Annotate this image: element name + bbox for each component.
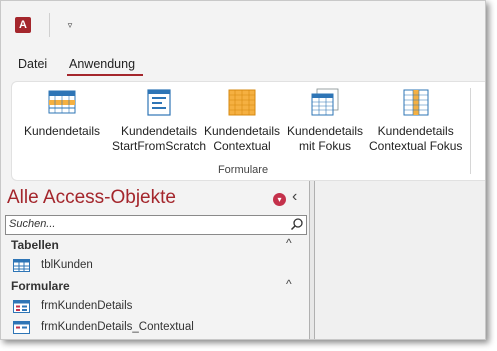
form-contextual-icon — [228, 88, 256, 116]
nav-pane-title[interactable]: Alle Access-Objekte — [7, 187, 176, 209]
table-icon — [13, 259, 30, 272]
list-item-tblkunden[interactable]: tblKunden — [13, 257, 303, 275]
startfromscratch-line1: Kundendetails — [120, 124, 198, 138]
tab-anwendung[interactable]: Anwendung — [69, 57, 135, 71]
form-contextual-focus-icon — [402, 88, 430, 116]
contextual-line1: Kundendetails — [204, 124, 281, 138]
list-item-frmkundendetails-contextual[interactable]: frmKundenDetails_Contextual — [13, 319, 303, 337]
group-separator — [470, 88, 471, 174]
chevron-left-icon[interactable]: ‹ — [292, 188, 297, 206]
kundendetails-contextual-button[interactable]: Kundendetails Contextual — [204, 88, 280, 154]
item-label: frmKundenDetails_Contextual — [41, 321, 194, 333]
access-app-icon[interactable]: A — [15, 17, 31, 33]
section-label: Tabellen — [11, 238, 59, 252]
navigation-pane: Alle Access-Objekte ▾ ‹ Suchen... Tabell… — [1, 181, 309, 339]
group-label-formulare: Formulare — [217, 164, 269, 176]
form-details-icon — [48, 88, 76, 116]
form-icon — [13, 321, 30, 334]
contextual-fokus-line1: Kundendetails — [377, 124, 454, 138]
kundendetails-mit-fokus-button[interactable]: Kundendetails mit Fokus — [287, 88, 363, 154]
access-window: A ▿ Datei Anwendung Kundendetails Kunden… — [0, 0, 486, 340]
form-focus-icon — [311, 88, 339, 116]
titlebar-separator — [49, 13, 50, 37]
chevron-down-icon[interactable]: ▿ — [63, 16, 77, 34]
section-tabellen[interactable]: Tabellen ^ — [1, 236, 309, 254]
ribbon-panel: Kundendetails Kundendetails StartFromScr… — [11, 81, 485, 181]
active-tab-indicator — [67, 74, 143, 76]
section-label: Formulare — [11, 279, 70, 293]
mit-fokus-line1: Kundendetails — [287, 124, 364, 138]
list-item-frmkundendetails[interactable]: frmKundenDetails — [13, 298, 303, 316]
contextual-fokus-line2: Contextual Fokus — [369, 139, 463, 153]
form-scratch-icon — [145, 88, 173, 116]
kundendetails-button[interactable]: Kundendetails — [24, 88, 100, 139]
startfromscratch-line2: StartFromScratch — [112, 139, 207, 153]
document-area — [315, 181, 485, 339]
dropdown-circle-icon[interactable]: ▾ — [273, 193, 286, 206]
form-icon — [13, 300, 30, 313]
item-label: frmKundenDetails — [41, 300, 133, 312]
contextual-line2: Contextual — [213, 139, 271, 153]
tab-datei[interactable]: Datei — [18, 57, 47, 71]
search-input[interactable]: Suchen... — [5, 215, 307, 235]
search-placeholder: Suchen... — [9, 218, 56, 230]
kundendetails-label: Kundendetails — [24, 124, 101, 138]
ribbon-tabs: Datei Anwendung — [1, 53, 485, 77]
item-label: tblKunden — [41, 259, 93, 271]
section-formulare[interactable]: Formulare ^ — [1, 277, 309, 295]
kundendetails-contextual-fokus-button[interactable]: Kundendetails Contextual Fokus — [369, 88, 462, 154]
kundendetails-startfromscratch-button[interactable]: Kundendetails StartFromScratch — [112, 88, 206, 154]
chevron-up-icon[interactable]: ^ — [286, 277, 292, 291]
search-icon[interactable] — [290, 217, 304, 231]
chevron-up-icon[interactable]: ^ — [286, 236, 292, 250]
title-bar: A ▿ — [1, 1, 485, 47]
mit-fokus-line2: mit Fokus — [299, 139, 352, 153]
